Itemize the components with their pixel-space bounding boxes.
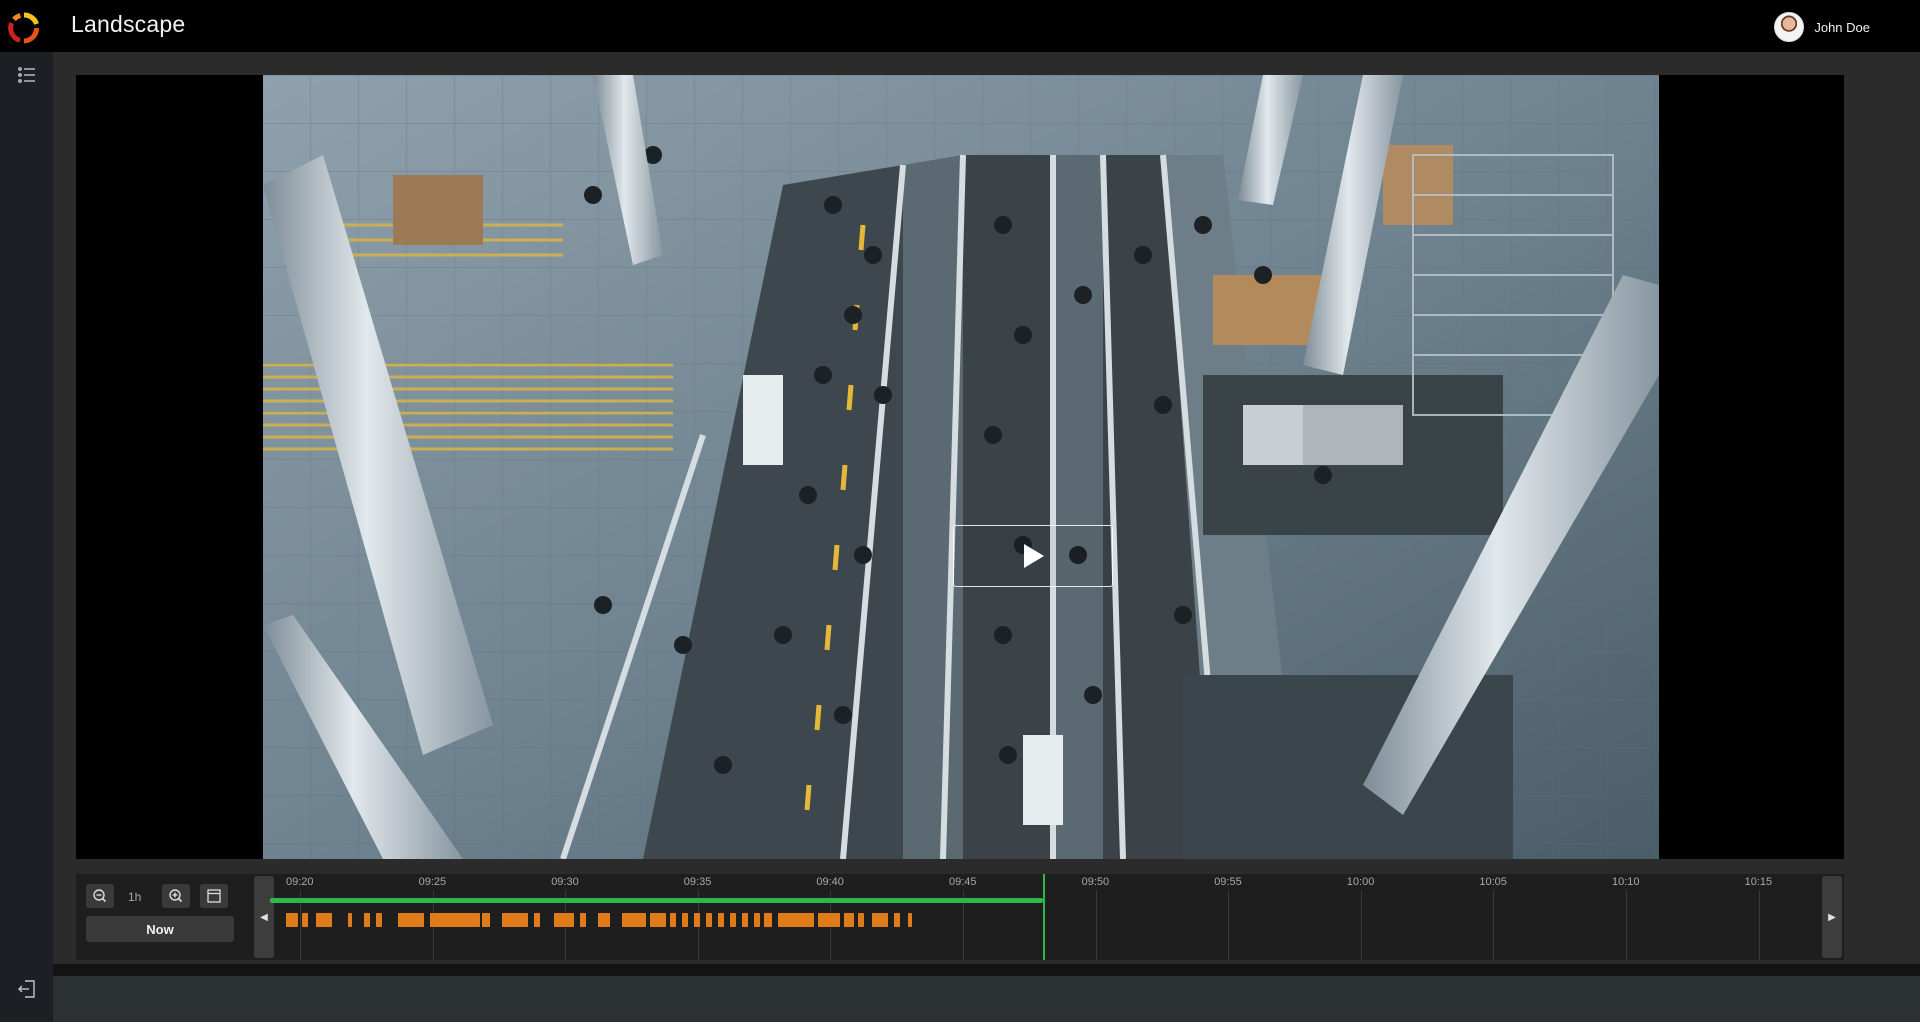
motion-event-marker[interactable] [908, 913, 912, 927]
timeline-panel: 1h Now ◀ 09:20 09:25 09:30 09:35 09:40 09:45 0… [76, 874, 1844, 960]
bottom-strip [53, 964, 1920, 976]
zoom-range-label: 1h [128, 890, 142, 904]
timeline-tick-label: 09:25 [418, 876, 447, 888]
motion-event-marker[interactable] [818, 913, 840, 927]
motion-event-marker[interactable] [534, 913, 540, 927]
motion-event-marker[interactable] [706, 913, 712, 927]
timeline-tick-line [1228, 890, 1230, 960]
timeline-tick-label: 10:15 [1744, 876, 1773, 888]
motion-event-marker[interactable] [430, 913, 480, 927]
motion-event-marker[interactable] [398, 913, 424, 927]
timeline-tick-label: 09:45 [949, 876, 977, 888]
timeline-tick-line [1095, 890, 1097, 960]
timeline-tick-label: 10:10 [1612, 876, 1640, 888]
app-title: Landscape [71, 11, 186, 37]
motion-event-marker[interactable] [694, 913, 700, 927]
motion-event-marker[interactable] [670, 913, 676, 927]
avatar[interactable] [1774, 12, 1805, 42]
motion-event-marker[interactable] [894, 913, 900, 927]
timeline-tick-line [1493, 890, 1495, 960]
now-button[interactable]: Now [86, 916, 234, 942]
motion-event-marker[interactable] [482, 913, 490, 927]
timeline-tick-line [1626, 890, 1627, 960]
timeline-tick-line [1360, 890, 1362, 960]
timeline-tick-label: 09:50 [1081, 876, 1110, 888]
motion-event-marker[interactable] [650, 913, 666, 927]
timeline-next-button[interactable]: ▶ [1822, 876, 1842, 958]
user-name: John Doe [1814, 19, 1870, 35]
motion-event-marker[interactable] [376, 913, 382, 927]
timeline-tick-label: 10:00 [1346, 876, 1375, 888]
motion-event-marker[interactable] [778, 913, 814, 927]
chevron-right-icon: ▶ [1828, 911, 1836, 923]
motion-event-marker[interactable] [844, 913, 854, 927]
zoom-in-icon [169, 889, 183, 903]
user-menu[interactable]: John Doe [1774, 12, 1870, 42]
play-icon [1024, 544, 1044, 568]
video-player[interactable] [76, 75, 1844, 859]
motion-event-marker[interactable] [316, 913, 332, 927]
recorded-range-bar[interactable] [270, 898, 1043, 903]
calendar-icon [207, 889, 221, 903]
top-bar: Landscape John Doe [0, 0, 1920, 52]
motion-event-marker[interactable] [754, 913, 760, 927]
timeline-tick-line [1758, 890, 1760, 960]
motion-event-marker[interactable] [302, 913, 308, 927]
timeline-tick-label: 09:35 [683, 876, 712, 888]
motion-event-marker[interactable] [348, 913, 352, 927]
motion-event-marker[interactable] [872, 913, 888, 927]
motion-event-marker[interactable] [622, 913, 646, 927]
timeline-tick-label: 09:55 [1214, 876, 1242, 888]
motion-event-marker[interactable] [858, 913, 864, 927]
zoom-out-button[interactable] [86, 884, 114, 908]
zoom-out-icon [93, 889, 107, 903]
timeline-tick-label: 09:40 [816, 876, 844, 888]
list-icon[interactable] [16, 64, 38, 86]
motion-event-marker[interactable] [718, 913, 724, 927]
motion-event-marker[interactable] [742, 913, 748, 927]
motion-event-marker[interactable] [554, 913, 574, 927]
motion-event-marker[interactable] [764, 913, 772, 927]
app-logo-icon[interactable] [8, 12, 40, 44]
motion-event-marker[interactable] [286, 913, 298, 927]
timeline-tick-label: 09:20 [286, 876, 314, 888]
zoom-in-button[interactable] [162, 884, 190, 908]
timeline-tick-label: 10:05 [1479, 876, 1507, 888]
camera-feed-image[interactable] [263, 75, 1659, 859]
calendar-button[interactable] [200, 884, 228, 908]
motion-event-marker[interactable] [730, 913, 736, 927]
timeline-track[interactable]: 09:20 09:25 09:30 09:35 09:40 09:45 09:50 09:55… [252, 874, 1800, 960]
playhead-cursor[interactable] [1042, 874, 1045, 960]
motion-event-marker[interactable] [580, 913, 586, 927]
logout-icon[interactable] [16, 978, 38, 1000]
motion-event-marker[interactable] [598, 913, 610, 927]
sidebar [0, 52, 53, 1022]
motion-event-marker[interactable] [364, 913, 370, 927]
timeline-tick-label: 09:30 [551, 876, 579, 888]
motion-event-marker[interactable] [502, 913, 528, 927]
motion-event-marker[interactable] [682, 913, 688, 927]
play-button[interactable] [953, 525, 1113, 587]
